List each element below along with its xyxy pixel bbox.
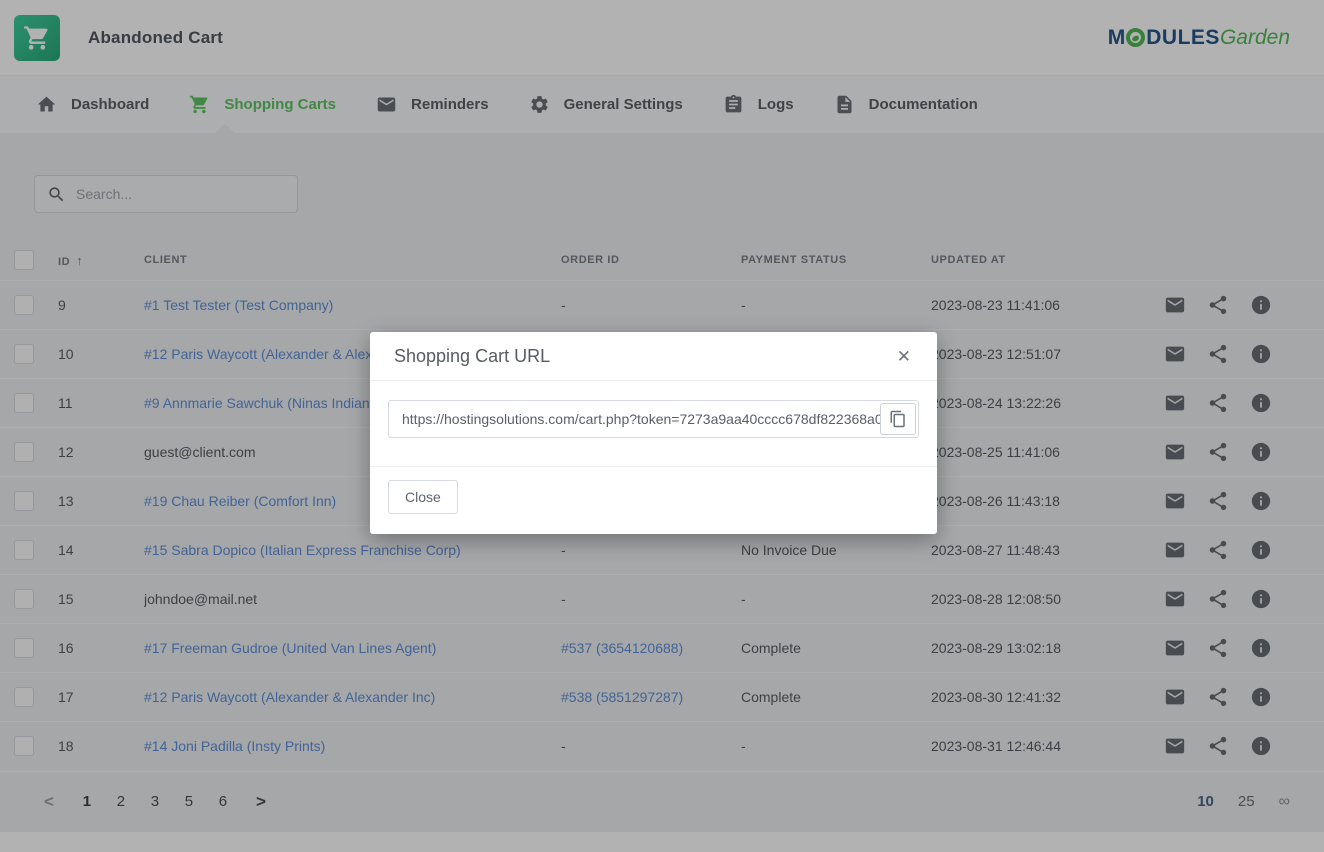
modal-title: Shopping Cart URL	[394, 346, 550, 367]
modal-footer: Close	[370, 467, 937, 534]
shopping-cart-url-modal: Shopping Cart URL ✕ https://hostingsolut…	[370, 332, 937, 534]
modal-header: Shopping Cart URL ✕	[370, 332, 937, 381]
cart-url-input-group: https://hostingsolutions.com/cart.php?to…	[388, 400, 919, 438]
close-icon[interactable]: ✕	[895, 346, 913, 367]
close-button[interactable]: Close	[388, 480, 458, 514]
cart-url-value[interactable]: https://hostingsolutions.com/cart.php?to…	[389, 411, 880, 427]
copy-url-button[interactable]	[880, 403, 916, 435]
copy-icon	[889, 410, 907, 428]
modal-body: https://hostingsolutions.com/cart.php?to…	[370, 381, 937, 467]
